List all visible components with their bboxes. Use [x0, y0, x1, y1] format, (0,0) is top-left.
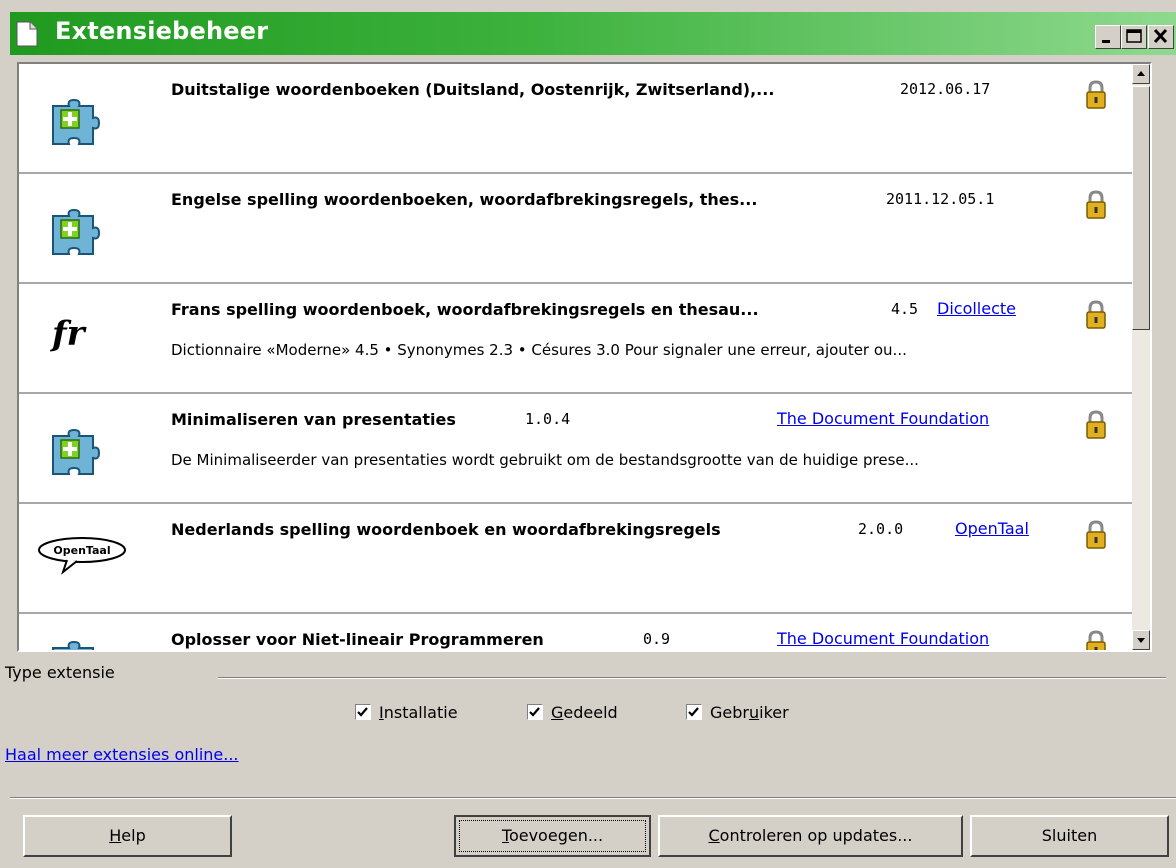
extension-version: 2012.06.17 — [900, 80, 991, 98]
extension-version: 0.9 — [643, 630, 671, 648]
checkmark-icon — [529, 707, 540, 717]
section-divider — [218, 677, 1166, 679]
extension-description: Dictionnaire «Moderne» 4.5 • Synonymes 2… — [171, 341, 907, 359]
extension-item[interactable]: fr Frans spelling woordenboek, woordafbr… — [19, 284, 1132, 394]
publisher-link[interactable]: The Document Foundation — [777, 629, 989, 648]
close-dialog-button[interactable]: Sluiten — [970, 815, 1169, 857]
checkbox-box[interactable] — [527, 704, 543, 720]
extension-name: Oplosser voor Niet-lineair Programmeren — [171, 630, 544, 649]
title-bar[interactable]: Extensiebeheer — [10, 12, 1176, 55]
arrow-up-icon — [1137, 71, 1145, 76]
opentaal-logo-text: OpenTaal — [53, 544, 110, 557]
publisher-link[interactable]: OpenTaal — [955, 519, 1029, 538]
puzzle-icon — [52, 98, 101, 145]
publisher-link[interactable]: Dicollecte — [937, 299, 1016, 318]
get-more-extensions-link[interactable]: Haal meer extensies online... — [5, 745, 239, 764]
puzzle-icon — [52, 640, 94, 650]
extension-name: Frans spelling woordenboek, woordafbreki… — [171, 300, 759, 319]
extension-item[interactable]: Minimaliseren van presentaties 1.0.4 The… — [19, 394, 1132, 504]
type-extension-label: Type extensie — [5, 663, 115, 682]
scroll-down-button[interactable] — [1132, 630, 1150, 650]
add-button[interactable]: Toevoegen... — [454, 815, 651, 857]
extension-name: Minimaliseren van presentaties — [171, 410, 456, 429]
extension-version: 2011.12.05.1 — [886, 190, 995, 208]
scroll-up-button[interactable] — [1132, 64, 1150, 84]
lock-icon — [1086, 410, 1106, 439]
extension-description: De Minimaliseerder van presentaties word… — [171, 451, 919, 469]
maximize-button[interactable] — [1121, 25, 1147, 49]
checkbox-box[interactable] — [355, 704, 371, 720]
lock-icon — [1086, 520, 1106, 549]
checkbox-gebruiker[interactable]: Gebruiker — [686, 703, 789, 722]
list-scrollbar[interactable] — [1132, 64, 1150, 650]
extension-item[interactable]: Engelse spelling woordenboeken, woordafb… — [19, 174, 1132, 284]
extension-name: Engelse spelling woordenboeken, woordafb… — [171, 190, 758, 209]
extension-version: 1.0.4 — [525, 410, 571, 428]
close-icon — [1153, 28, 1168, 44]
extension-name: Duitstalige woordenboeken (Duitsland, Oo… — [171, 80, 775, 99]
lock-icon — [1086, 80, 1106, 109]
extension-item[interactable]: Duitstalige woordenboeken (Duitsland, Oo… — [19, 64, 1132, 174]
puzzle-icon — [52, 428, 101, 475]
extension-list[interactable]: Duitstalige woordenboeken (Duitsland, Oo… — [17, 62, 1152, 652]
checkbox-box[interactable] — [686, 704, 702, 720]
extension-version: 2.0.0 — [858, 520, 904, 538]
fr-icon: fr — [52, 314, 85, 354]
button-separator — [10, 797, 1176, 799]
lock-icon — [1086, 300, 1106, 329]
lock-icon — [1086, 630, 1106, 650]
extension-item[interactable]: OpenTaal Nederlands spelling woordenboek… — [19, 504, 1132, 614]
extension-item[interactable]: Oplosser voor Niet-lineair Programmeren … — [19, 614, 1132, 650]
checkbox-installatie[interactable]: Installatie — [355, 703, 458, 722]
extension-name: Nederlands spelling woordenboek en woord… — [171, 520, 721, 539]
document-icon — [16, 21, 38, 47]
lock-icon — [1086, 190, 1106, 219]
checkbox-gedeeld[interactable]: Gedeeld — [527, 703, 618, 722]
extension-version: 4.5 — [891, 300, 919, 318]
arrow-down-icon — [1137, 638, 1145, 643]
help-button[interactable]: Help — [23, 815, 232, 857]
opentaal-logo: OpenTaal — [38, 537, 126, 575]
minimize-icon — [1102, 40, 1110, 43]
close-button[interactable] — [1148, 25, 1174, 49]
publisher-link[interactable]: The Document Foundation — [777, 409, 989, 428]
checkmark-icon — [688, 707, 699, 717]
window-title: Extensiebeheer — [55, 17, 269, 45]
check-updates-button[interactable]: Controleren op updates... — [658, 815, 963, 857]
checkmark-icon — [357, 707, 368, 717]
scroll-thumb[interactable] — [1132, 86, 1150, 330]
puzzle-icon — [52, 208, 101, 255]
maximize-icon — [1126, 29, 1142, 43]
minimize-button[interactable] — [1095, 25, 1121, 49]
